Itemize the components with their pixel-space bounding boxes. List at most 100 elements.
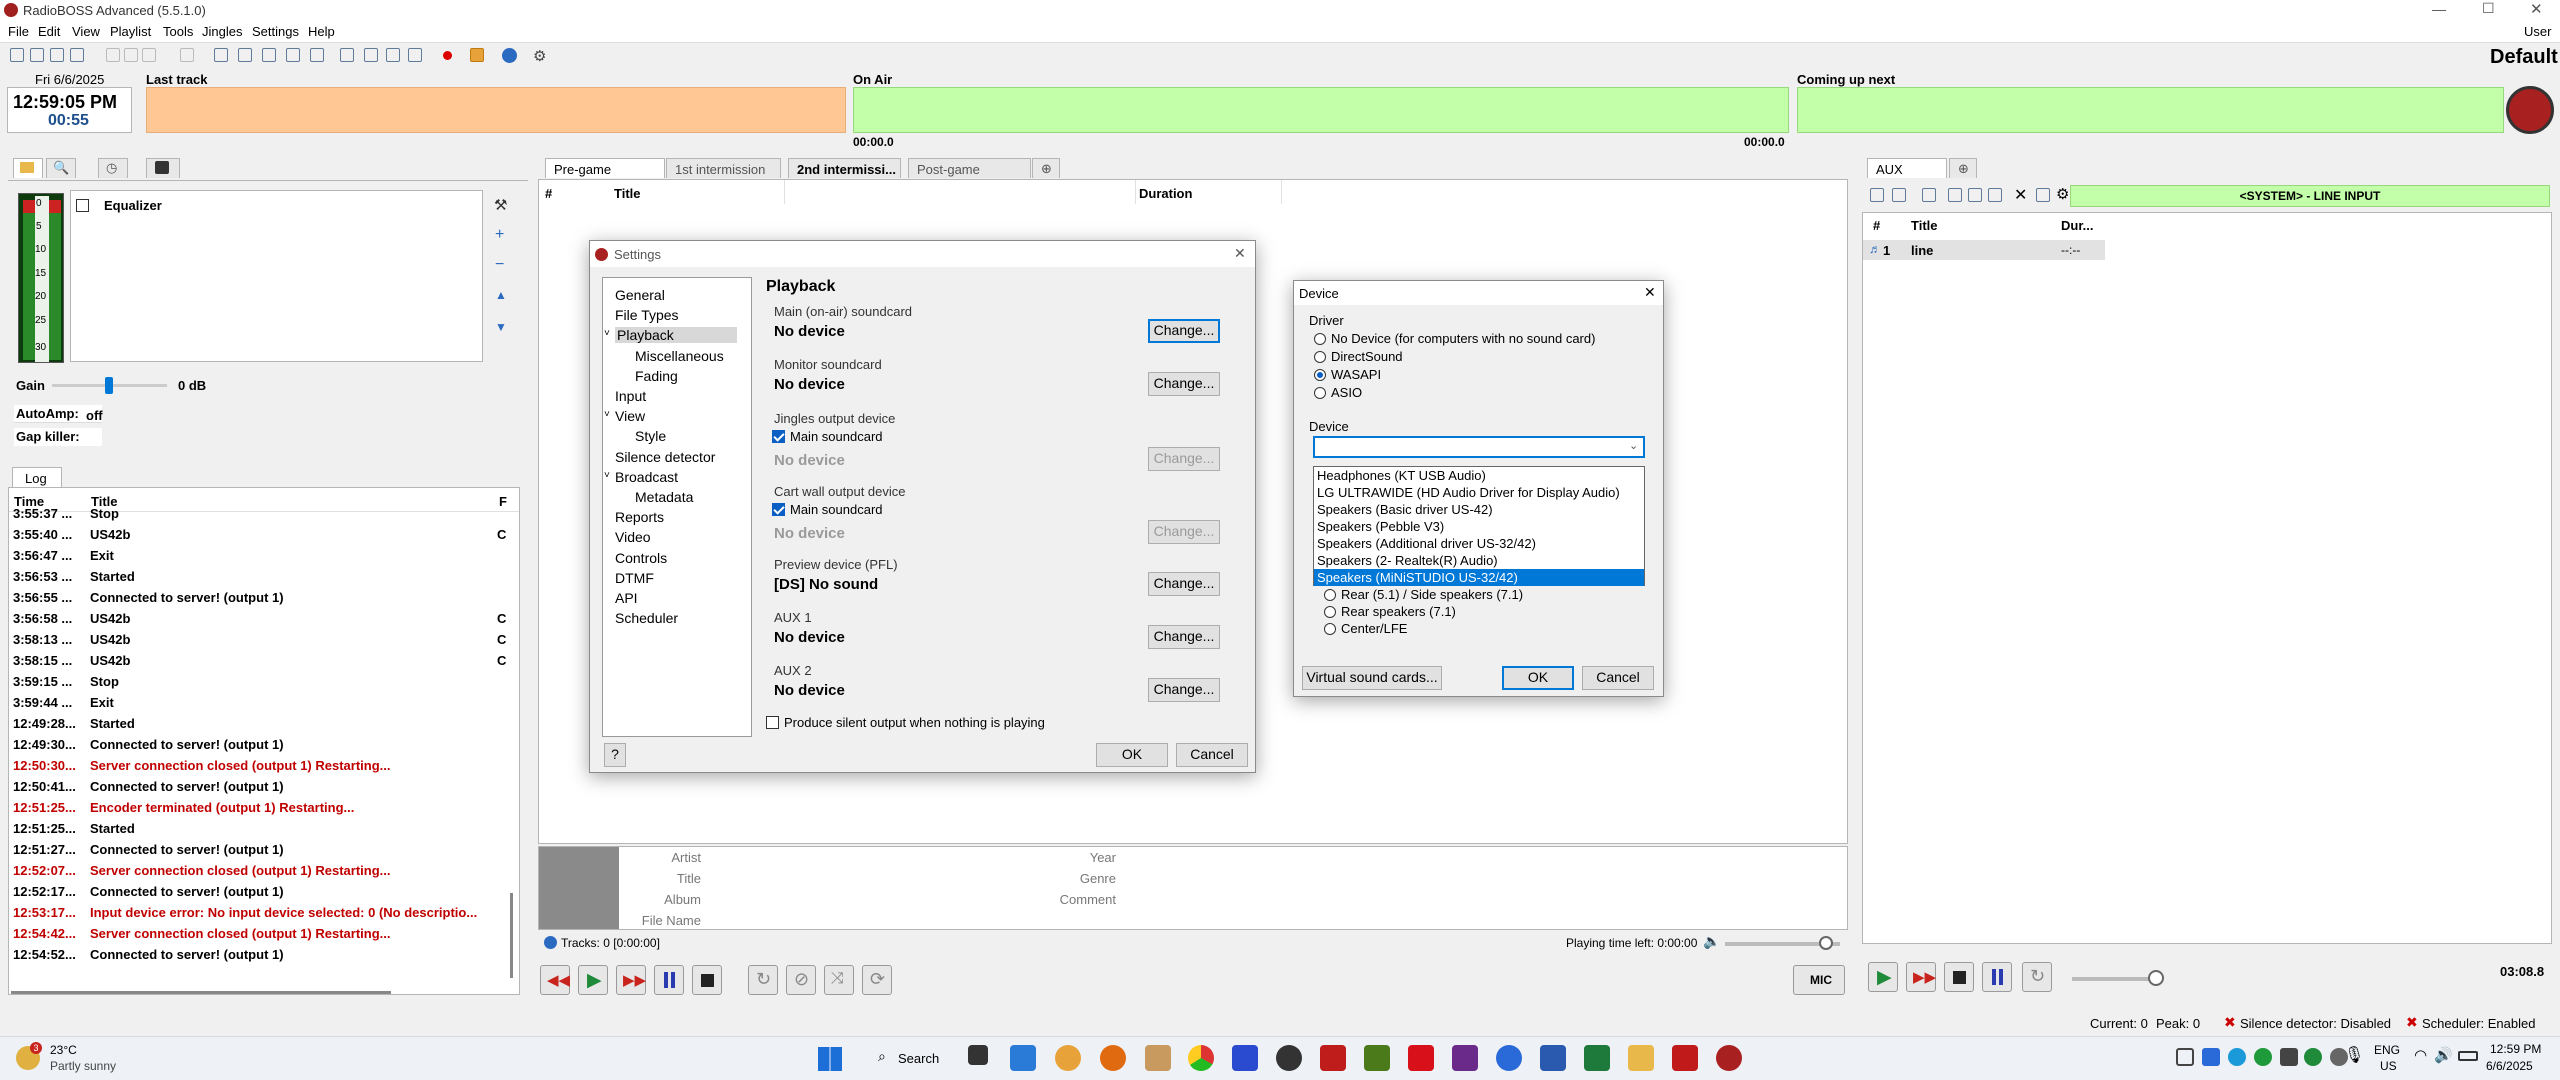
chrome-icon[interactable] — [1188, 1045, 1214, 1071]
copy-icon[interactable] — [124, 48, 138, 62]
equalizer-checkbox[interactable] — [76, 197, 94, 213]
filezilla-icon[interactable] — [1320, 1045, 1346, 1071]
user-label[interactable]: User — [2524, 24, 2551, 39]
eq-tools-icon[interactable]: ⚒ — [494, 196, 507, 214]
autoamp-label[interactable]: AutoAmp: — [16, 406, 79, 421]
app-icon-6[interactable] — [1276, 1045, 1302, 1071]
log-row[interactable]: 3:59:15 ... Stop — [13, 671, 119, 692]
silent-output-checkbox[interactable]: Produce silent output when nothing is pl… — [766, 715, 1045, 730]
menu-file[interactable]: File — [8, 24, 29, 39]
log-row[interactable]: 12:50:30... Server connection closed (out… — [13, 755, 391, 776]
log-col-f[interactable]: F — [499, 494, 507, 509]
tray-date[interactable]: 6/6/2025 — [2486, 1059, 2533, 1073]
taskbar-search[interactable]: ⌕ Search — [860, 1043, 950, 1073]
report-icon[interactable] — [364, 48, 378, 62]
aux-tool4-icon[interactable] — [2036, 188, 2050, 202]
explorer-icon[interactable] — [1628, 1045, 1654, 1071]
tree-expand-icon[interactable]: ˅ — [604, 328, 610, 339]
excel-icon[interactable] — [1584, 1045, 1610, 1071]
aux-settings-icon[interactable]: ⚙ — [2056, 185, 2069, 203]
volume-slider-thumb[interactable] — [1819, 936, 1833, 950]
log-scrollbar[interactable] — [510, 893, 513, 978]
device-option[interactable]: Speakers (Additional driver US-32/42) — [1314, 535, 1644, 552]
tray-icon-6[interactable] — [2304, 1048, 2322, 1066]
app-icon-2[interactable] — [1055, 1045, 1081, 1071]
cartwall-main-checkbox[interactable]: Main soundcard — [772, 502, 883, 517]
app-icon-1[interactable] — [1010, 1045, 1036, 1071]
microphone-icon[interactable]: 🎙 — [2344, 1045, 2364, 1065]
tree-expand-icon[interactable]: ˅ — [604, 470, 610, 481]
jingle-icon[interactable] — [408, 48, 422, 62]
add-tab-icon[interactable]: ⊕ — [1032, 158, 1060, 178]
settings-tree-miscellaneous[interactable]: Miscellaneous — [635, 348, 724, 364]
device-cancel-button[interactable]: Cancel — [1582, 666, 1654, 690]
settings-tree-video[interactable]: Video — [615, 529, 651, 545]
driver-radio-asio[interactable]: ASIO — [1314, 385, 1362, 400]
log-row[interactable]: 3:55:40 ... US42b — [13, 524, 130, 545]
log-row[interactable]: 12:49:28... Started — [13, 713, 135, 734]
channel-radio-center[interactable]: Center/LFE — [1324, 621, 1407, 636]
scheduler-icon[interactable] — [340, 48, 354, 62]
wifi-icon[interactable]: ◠ — [2414, 1046, 2427, 1064]
settings-ok-button[interactable]: OK — [1096, 743, 1168, 767]
aux-volume-slider[interactable] — [2072, 970, 2164, 986]
menu-view[interactable]: View — [72, 24, 100, 39]
log-row[interactable]: 3:55:37 ... Stop — [13, 503, 119, 524]
device-close-icon[interactable]: ✕ — [1644, 284, 1656, 301]
aux-col-dur[interactable]: Dur... — [2061, 218, 2094, 233]
aux-open-icon[interactable] — [1892, 188, 1906, 202]
paste-icon[interactable] — [142, 48, 156, 62]
aux-save-icon[interactable] — [1922, 188, 1936, 202]
eq-down-icon[interactable]: ▼ — [495, 320, 507, 334]
globe-icon[interactable] — [502, 48, 517, 63]
tab-equalizer-icon[interactable] — [146, 158, 180, 178]
pl-col-duration[interactable]: Duration — [1139, 186, 1192, 201]
log-row[interactable]: 3:56:47 ... Exit — [13, 545, 114, 566]
aux-input-bar[interactable]: <SYSTEM> - LINE INPUT — [2070, 185, 2550, 207]
undo-icon[interactable] — [180, 48, 194, 62]
log-row[interactable]: 3:59:44 ... Exit — [13, 692, 114, 713]
app-icon-8[interactable] — [1452, 1045, 1478, 1071]
device-option[interactable]: Speakers (Basic driver US-42) — [1314, 501, 1644, 518]
settings-tree-file-types[interactable]: File Types — [615, 307, 679, 323]
tab-files-icon[interactable] — [13, 158, 43, 178]
log-row[interactable]: 3:56:58 ... US42b — [13, 608, 130, 629]
log-hscrollbar[interactable] — [11, 991, 391, 994]
word-icon[interactable] — [1540, 1045, 1566, 1071]
settings-tree-dtmf[interactable]: DTMF — [615, 570, 654, 586]
block-button[interactable]: ⊘ — [786, 965, 816, 995]
tray-icon-5[interactable] — [2280, 1048, 2298, 1066]
menu-jingles[interactable]: Jingles — [202, 24, 242, 39]
layout1-icon[interactable] — [214, 48, 228, 62]
log-row[interactable]: 12:52:17... Connected to server! (output … — [13, 881, 284, 902]
stop-button[interactable] — [692, 965, 722, 995]
layout5-icon[interactable] — [310, 48, 324, 62]
speaker-icon[interactable]: 🔊 — [2434, 1046, 2453, 1064]
settings-tree-view[interactable]: View — [615, 408, 645, 424]
aux-pause-button[interactable] — [1982, 962, 2012, 992]
tray-icon-2[interactable] — [2202, 1048, 2220, 1066]
aux1-change-button[interactable]: Change... — [1148, 625, 1220, 649]
settings-tree-reports[interactable]: Reports — [615, 509, 664, 525]
layout3-icon[interactable] — [262, 48, 276, 62]
eq-add-icon[interactable]: + — [495, 226, 504, 244]
driver-radio-nodevice[interactable]: No Device (for computers with no sound c… — [1314, 331, 1595, 346]
cartwall-change-button[interactable]: Change... — [1148, 520, 1220, 544]
settings-tree-controls[interactable]: Controls — [615, 550, 667, 566]
stats-icon[interactable] — [470, 48, 484, 62]
eq-remove-icon[interactable]: − — [495, 256, 504, 274]
settings-tree-fading[interactable]: Fading — [635, 368, 678, 384]
log-row[interactable]: 12:51:25... Encoder terminated (output 1)… — [13, 797, 354, 818]
aux-tool3-icon[interactable] — [1988, 188, 2002, 202]
aux-next-button[interactable]: ▶▶ — [1906, 962, 1936, 992]
add-aux-tab-icon[interactable]: ⊕ — [1949, 158, 1977, 178]
play-button[interactable]: ▶ — [578, 965, 608, 995]
log-row[interactable]: 12:54:42... Server connection closed (out… — [13, 923, 391, 944]
tab-aux[interactable]: AUX — [1867, 158, 1947, 178]
last-track-panel[interactable] — [146, 87, 846, 133]
save-icon[interactable] — [50, 48, 64, 62]
dreamweaver-icon[interactable] — [1364, 1045, 1390, 1071]
settings-close-icon[interactable]: ✕ — [1234, 245, 1246, 262]
settings-tree-playback[interactable]: Playback — [615, 327, 737, 344]
pl-col-num[interactable]: # — [545, 186, 552, 201]
